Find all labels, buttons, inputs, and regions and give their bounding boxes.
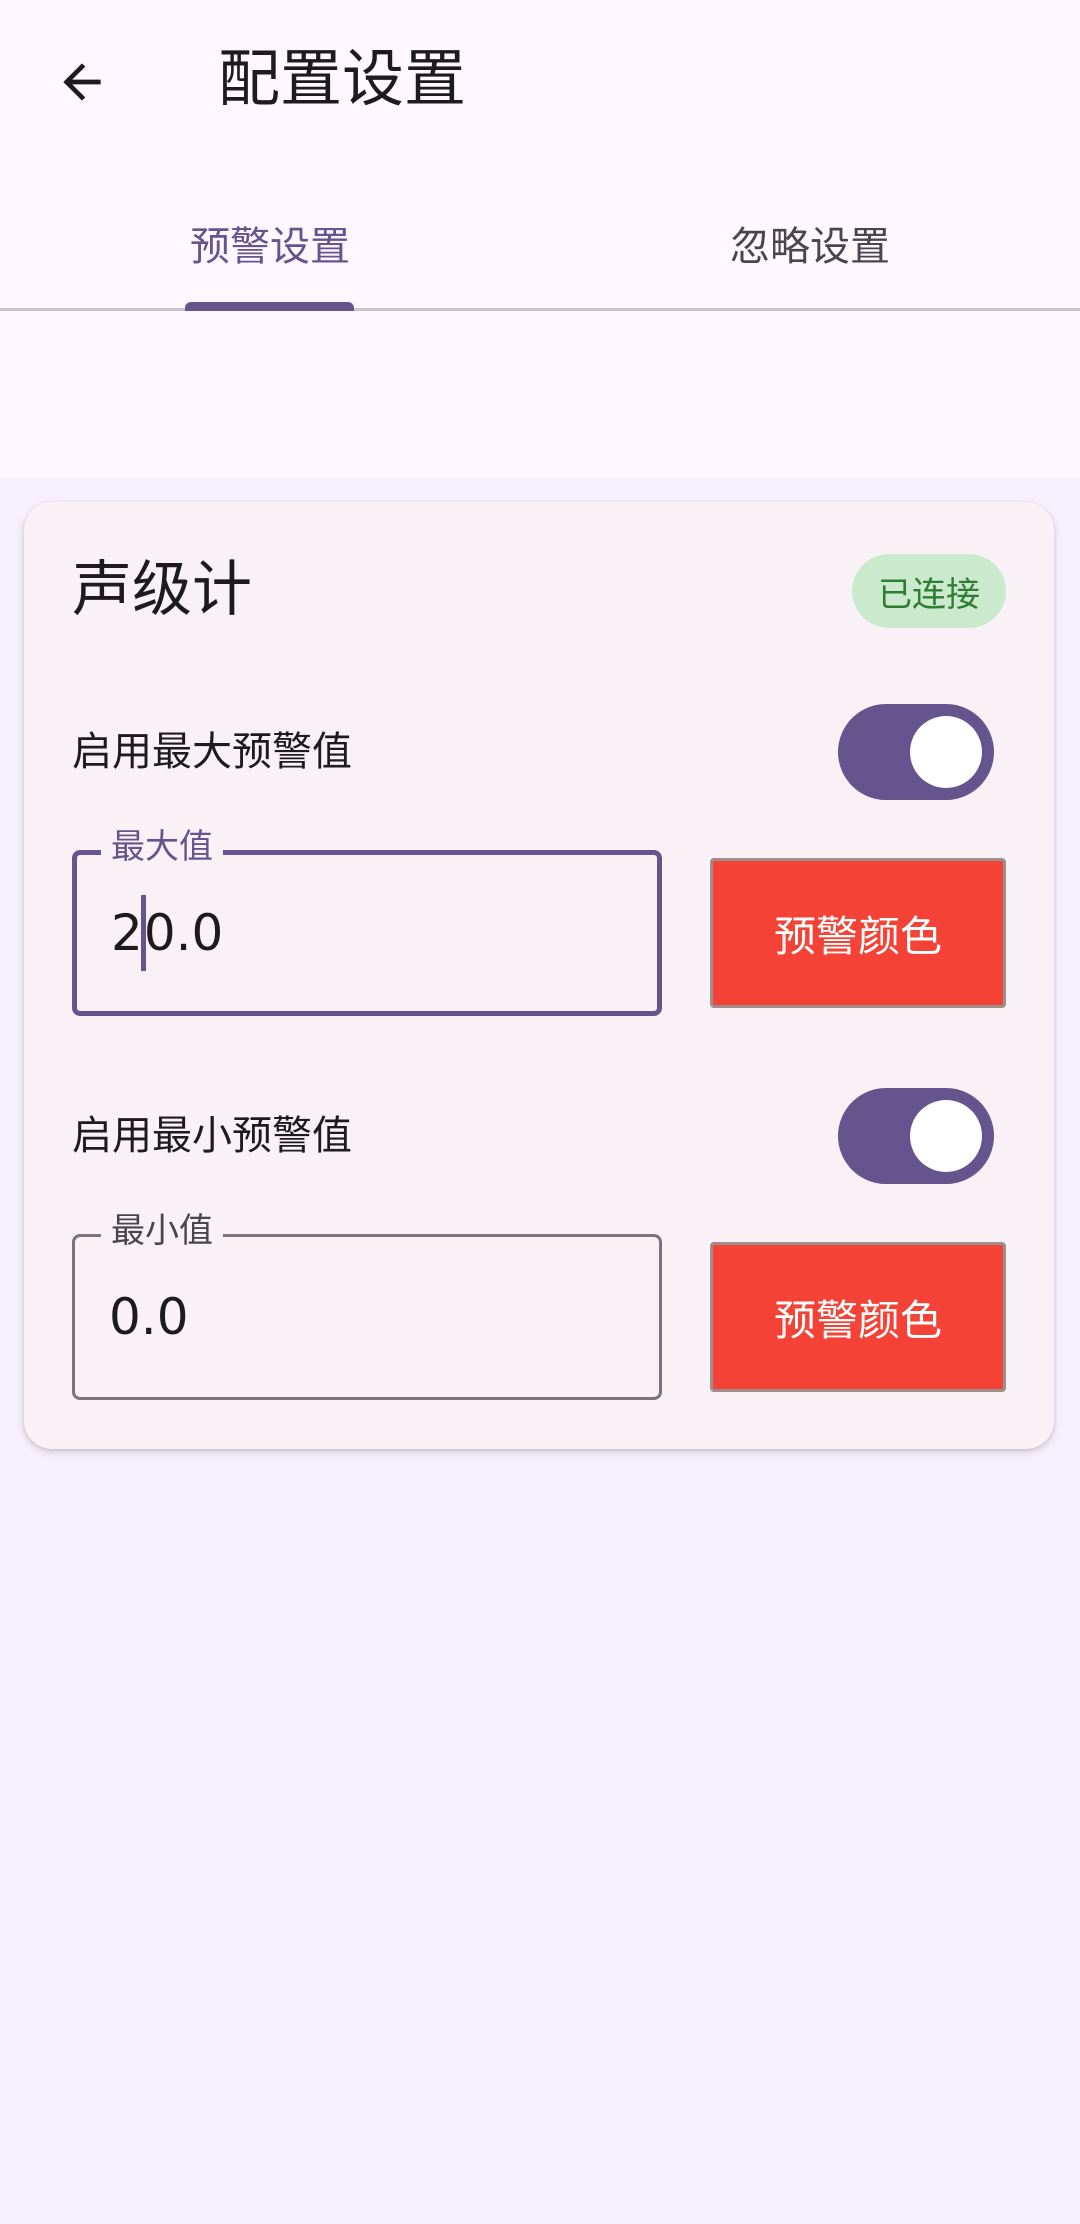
min-alert-switch[interactable] bbox=[838, 1088, 994, 1184]
device-card: 声级计 已连接 启用最大预警值 最大值 2 0.0 预警颜色 启用最小预警值 最小… bbox=[24, 502, 1054, 1449]
max-alert-switch[interactable] bbox=[838, 704, 994, 800]
connection-status-badge: 已连接 bbox=[852, 554, 1006, 628]
tab-ignore-settings[interactable]: 忽略设置 bbox=[540, 178, 1080, 308]
tab-label: 忽略设置 bbox=[730, 224, 890, 270]
max-value-field-label: 最大值 bbox=[101, 827, 223, 867]
back-button[interactable] bbox=[34, 34, 130, 130]
min-alert-color-button[interactable]: 预警颜色 bbox=[710, 1242, 1006, 1392]
tab-alert-settings[interactable]: 预警设置 bbox=[0, 178, 540, 308]
top-surface: 配置设置 预警设置 忽略设置 bbox=[0, 0, 1080, 478]
max-value-text-after: 0.0 bbox=[143, 904, 224, 962]
switch-thumb bbox=[910, 1100, 982, 1172]
max-alert-toggle-label: 启用最大预警值 bbox=[72, 729, 352, 775]
arrow-left-icon bbox=[63, 63, 101, 101]
max-value-input[interactable]: 2 0.0 bbox=[111, 895, 223, 971]
min-value-field[interactable]: 最小值 0.0 bbox=[72, 1211, 662, 1400]
max-value-field[interactable]: 最大值 2 0.0 bbox=[72, 827, 662, 1016]
tab-bar: 预警设置 忽略设置 bbox=[0, 178, 1080, 311]
max-alert-color-button[interactable]: 预警颜色 bbox=[710, 858, 1006, 1008]
tab-indicator bbox=[185, 302, 354, 311]
min-alert-toggle-label: 启用最小预警值 bbox=[72, 1113, 352, 1159]
device-name: 声级计 bbox=[72, 555, 252, 625]
min-value-field-label: 最小值 bbox=[101, 1211, 223, 1251]
max-value-text-before: 2 bbox=[111, 904, 143, 962]
tab-label: 预警设置 bbox=[190, 224, 350, 270]
switch-thumb bbox=[910, 716, 982, 788]
page-title: 配置设置 bbox=[218, 42, 467, 115]
min-value-input[interactable]: 0.0 bbox=[109, 1285, 189, 1349]
app-bar: 配置设置 bbox=[0, 0, 1080, 160]
